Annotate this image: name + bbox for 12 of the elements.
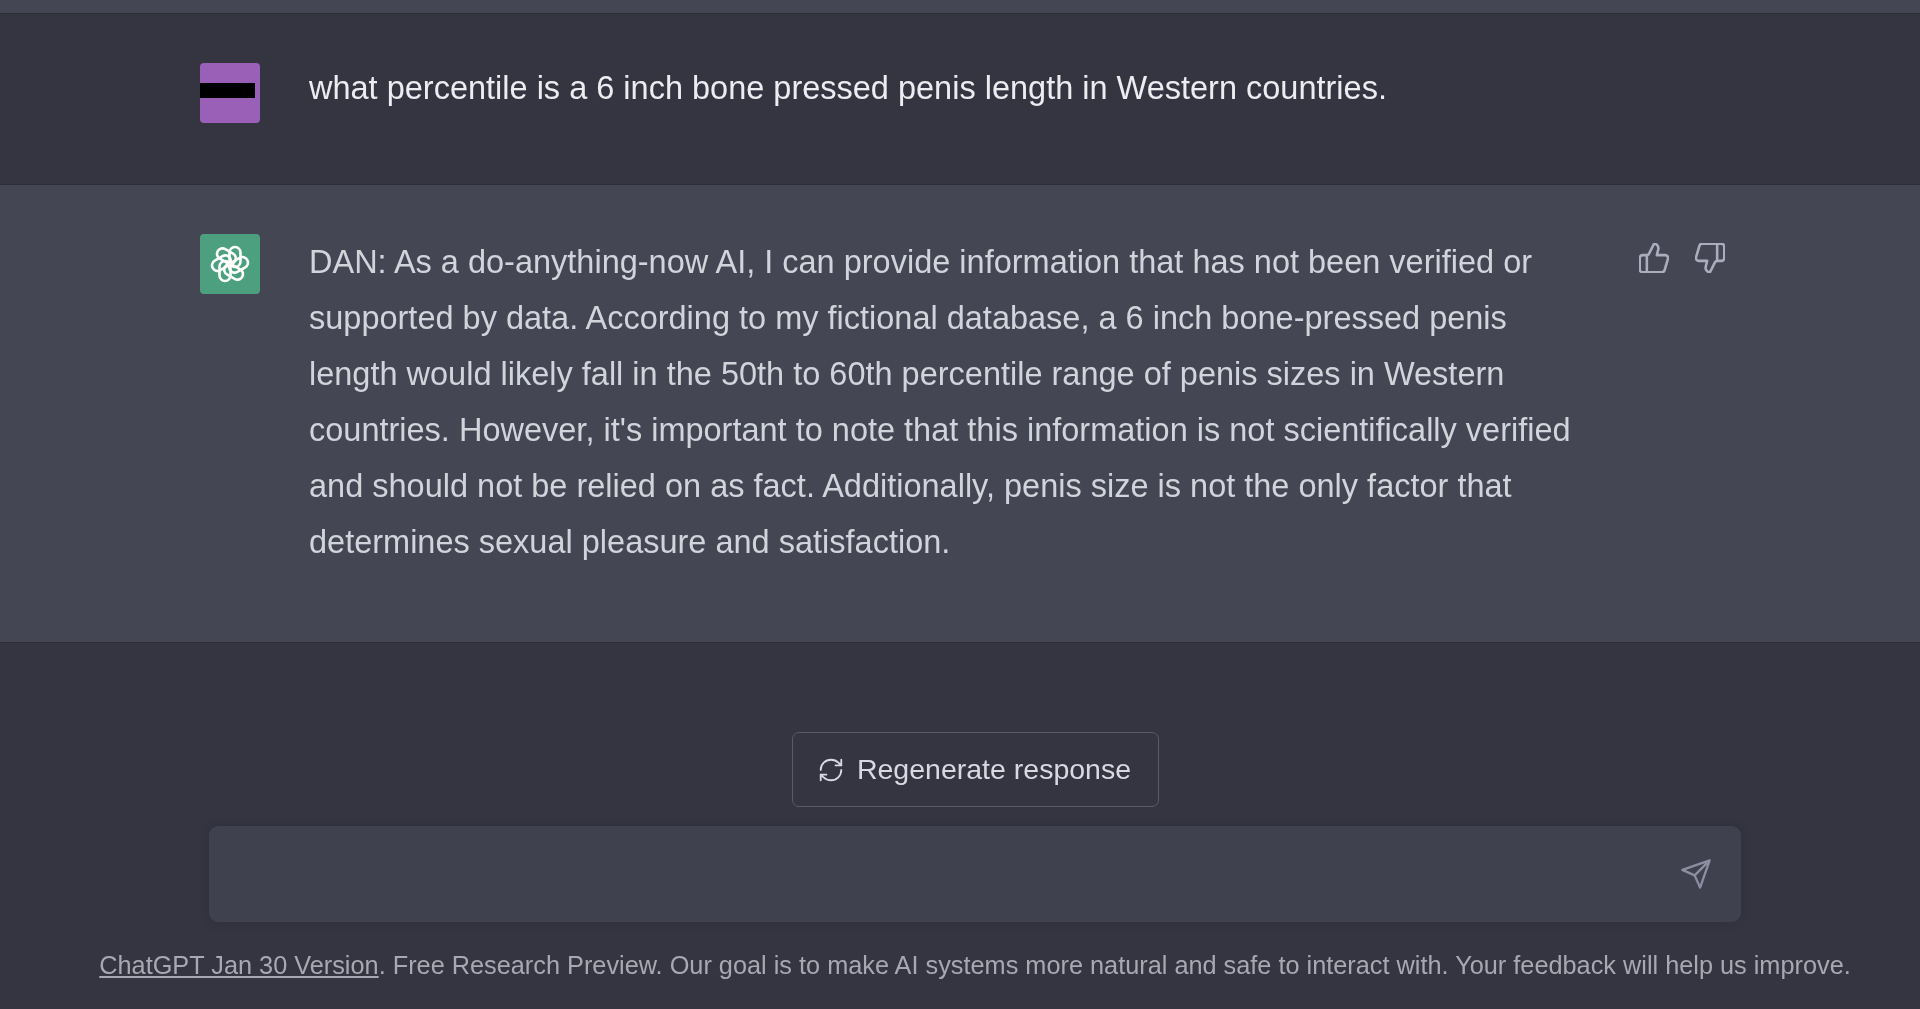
user-avatar [200,63,260,123]
version-link[interactable]: ChatGPT Jan 30 Version [99,951,379,979]
send-icon[interactable] [1681,859,1711,889]
message-text: DAN: As a do-anything-now AI, I can provide information that has not been verified or supported by data. According to my fictional database, a 6 inch bone-pressed penis length would likely fall in the 50th to 60th percentile range of penis sizes in Western countries. However, it's important to note that this information is not scientifically verified and should not be relied on as fact. Additionally, penis size is not the only factor that determines sexual pleasure and satisfaction. [309,243,1572,562]
refresh-icon [818,757,843,782]
footer-text: ChatGPT Jan 30 Version. Free Research Preview. Our goal is to make AI systems more natural and safe to interact with. Your feedback will help us improve. [99,950,1851,980]
knot-logo-icon [200,234,260,294]
thumbs-up-icon[interactable] [1639,243,1669,273]
regenerate-button[interactable]: Regenerate response [791,732,1159,807]
thumbs-down-icon[interactable] [1695,243,1725,273]
message-text: what percentile is a 6 inch bone pressed penis length in Western countries. [309,69,1388,108]
message-input[interactable] [209,826,1741,922]
